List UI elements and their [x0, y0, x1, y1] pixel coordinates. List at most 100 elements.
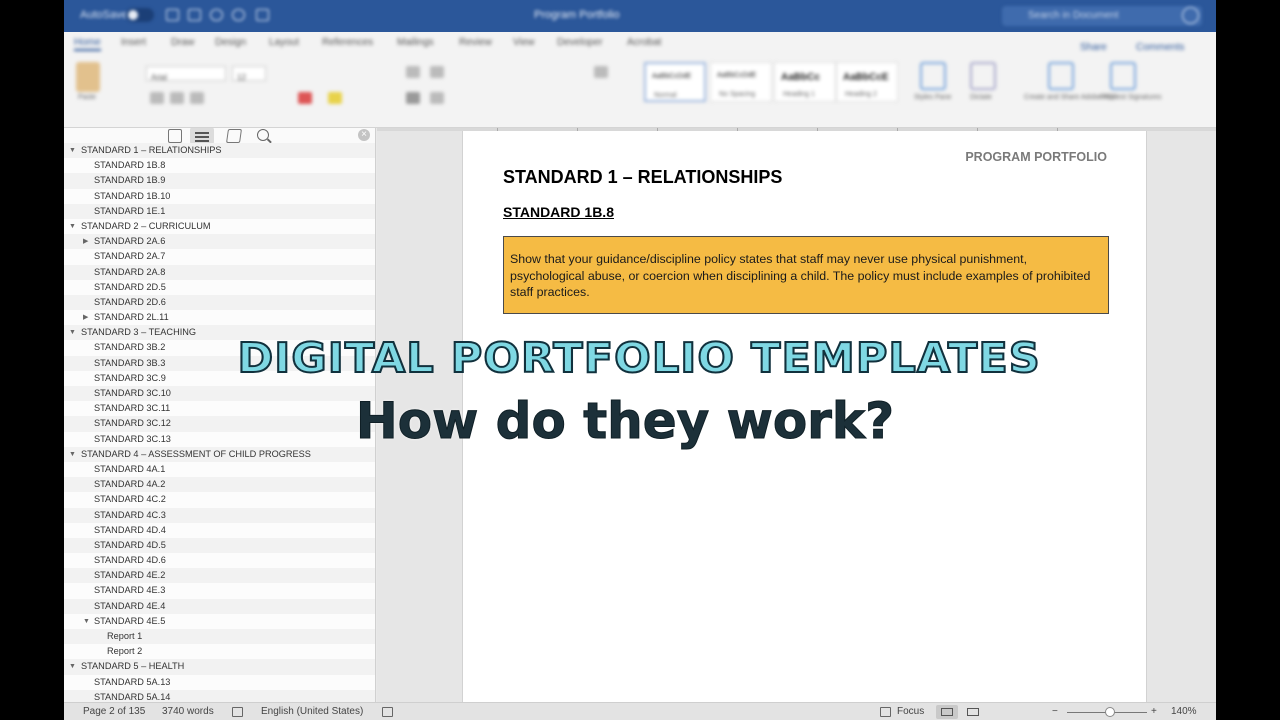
font-color-icon[interactable]	[298, 92, 312, 104]
text-predictions-icon[interactable]	[382, 707, 393, 717]
outline-item[interactable]: STANDARD 4E.2	[64, 568, 375, 584]
collapse-arrow-icon[interactable]: ▼	[83, 614, 90, 629]
focus-button[interactable]: Focus	[897, 706, 924, 717]
autosave-toggle[interactable]	[126, 8, 154, 22]
search-box[interactable]: Search in Document	[1002, 6, 1202, 26]
print-layout-view[interactable]	[936, 705, 958, 719]
zoom-out-button[interactable]: −	[1052, 706, 1058, 717]
proofing-icon[interactable]	[232, 707, 243, 717]
status-bar: Page 2 of 135 3740 words English (United…	[64, 702, 1216, 720]
tab-mailings[interactable]: Mailings	[397, 37, 434, 48]
bold-icon[interactable]	[150, 92, 164, 104]
outline-item[interactable]: STANDARD 4E.3	[64, 583, 375, 599]
numbering-icon[interactable]	[430, 66, 444, 78]
overlay-title: DIGITAL PORTFOLIO TEMPLATES	[236, 333, 1041, 383]
comments-button[interactable]: Comments	[1136, 42, 1184, 53]
outline-item[interactable]: STANDARD 1E.1	[64, 203, 375, 219]
thumbnails-icon[interactable]	[168, 129, 182, 143]
outline-item[interactable]: STANDARD 1B.10	[64, 188, 375, 204]
style-normal[interactable]: AaBbCcDdE Normal	[644, 62, 706, 102]
outline-item[interactable]: STANDARD 1B.8	[64, 158, 375, 174]
tab-insert[interactable]: Insert	[121, 37, 146, 48]
outline-item[interactable]: ▶ STANDARD 2L.11	[64, 310, 375, 326]
outline-item[interactable]: STANDARD 2D.5	[64, 279, 375, 295]
outline-item[interactable]: Report 2	[64, 644, 375, 660]
outline-item[interactable]: STANDARD 5A.13	[64, 674, 375, 690]
tab-draw[interactable]: Draw	[171, 37, 194, 48]
request-signatures-icon[interactable]	[1110, 62, 1136, 90]
save-icon[interactable]	[188, 9, 201, 21]
style-no-spacing[interactable]: AaBbCcDdE No Spacing	[710, 62, 772, 102]
outline-item[interactable]: ▼ STANDARD 5 – HEALTH	[64, 659, 375, 675]
collapse-arrow-icon[interactable]: ▼	[69, 219, 76, 234]
ribbon: Home Insert Draw Design Layout Reference…	[64, 32, 1216, 128]
outline-item[interactable]: STANDARD 1B.9	[64, 173, 375, 189]
outline-item[interactable]: STANDARD 4D.4	[64, 522, 375, 538]
outline-item[interactable]: STANDARD 4C.3	[64, 507, 375, 523]
paragraph-mark-icon[interactable]	[594, 66, 608, 78]
tab-acrobat[interactable]: Acrobat	[627, 37, 661, 48]
style-heading-2[interactable]: AaBbCcE Heading 2	[836, 62, 898, 102]
collapse-arrow-icon[interactable]: ▼	[69, 143, 76, 158]
zoom-in-button[interactable]: +	[1151, 706, 1157, 717]
outline-item[interactable]: ▶ STANDARD 2A.6	[64, 234, 375, 250]
outline-item[interactable]: STANDARD 4E.4	[64, 598, 375, 614]
tab-home[interactable]: Home	[74, 37, 101, 51]
outline-item[interactable]: Report 1	[64, 629, 375, 645]
language-status[interactable]: English (United States)	[261, 706, 363, 717]
outline-item[interactable]: STANDARD 4A.2	[64, 477, 375, 493]
tab-design[interactable]: Design	[215, 37, 246, 48]
page-count[interactable]: Page 2 of 135	[83, 706, 145, 717]
collapse-arrow-icon[interactable]: ▼	[69, 659, 76, 674]
close-pane-button[interactable]: ×	[358, 129, 370, 141]
outline-item-label: STANDARD 5A.13	[94, 676, 171, 687]
font-size-select[interactable]: 12	[232, 66, 266, 82]
outline-item[interactable]: STANDARD 4D.5	[64, 537, 375, 554]
style-heading-1[interactable]: AaBbCc Heading 1	[774, 62, 836, 102]
print-icon[interactable]	[256, 9, 269, 21]
outline-item[interactable]: STANDARD 4C.2	[64, 492, 375, 508]
styles-pane-icon[interactable]	[920, 62, 946, 90]
expand-arrow-icon[interactable]: ▶	[83, 310, 88, 325]
font-name-select[interactable]: Arial	[146, 66, 226, 82]
highlight-icon[interactable]	[328, 92, 342, 104]
outline-item[interactable]: STANDARD 2A.8	[64, 264, 375, 280]
edit-document-icon[interactable]	[226, 129, 242, 143]
outline-item[interactable]: ▼ STANDARD 4E.5	[64, 613, 375, 629]
paste-icon[interactable]	[76, 62, 100, 92]
align-left-icon[interactable]	[406, 92, 420, 104]
outline-item[interactable]: STANDARD 2D.6	[64, 294, 375, 311]
tab-review[interactable]: Review	[459, 37, 492, 48]
outline-item[interactable]: STANDARD 5A.14	[64, 689, 375, 702]
undo-icon[interactable]	[210, 9, 223, 21]
web-layout-view[interactable]	[962, 705, 984, 719]
expand-arrow-icon[interactable]: ▶	[83, 234, 88, 249]
outline-item-label: STANDARD 4E.4	[94, 600, 166, 611]
create-pdf-icon[interactable]	[1048, 62, 1074, 90]
focus-icon[interactable]	[880, 707, 891, 717]
user-icon[interactable]	[1182, 7, 1199, 24]
outline-item[interactable]: STANDARD 2A.7	[64, 249, 375, 265]
tab-view[interactable]: View	[513, 37, 535, 48]
outline-item[interactable]: ▼ STANDARD 1 – RELATIONSHIPS	[64, 143, 375, 159]
word-count[interactable]: 3740 words	[162, 706, 214, 717]
search-input[interactable]: Search in Document	[1028, 10, 1119, 21]
share-button[interactable]: Share	[1080, 42, 1107, 53]
underline-icon[interactable]	[190, 92, 204, 104]
italic-icon[interactable]	[170, 92, 184, 104]
zoom-level[interactable]: 140%	[1171, 706, 1197, 717]
outline-item[interactable]: ▼ STANDARD 2 – CURRICULUM	[64, 218, 375, 235]
redo-icon[interactable]	[232, 9, 245, 21]
align-center-icon[interactable]	[430, 92, 444, 104]
zoom-slider-thumb[interactable]	[1105, 707, 1115, 717]
tab-layout[interactable]: Layout	[269, 37, 299, 48]
dictate-icon[interactable]	[970, 62, 996, 90]
home-icon[interactable]	[166, 9, 179, 21]
outline-list-icon[interactable]	[195, 129, 209, 143]
search-icon[interactable]	[257, 129, 269, 141]
outline-item[interactable]: STANDARD 4D.6	[64, 553, 375, 569]
outline-item[interactable]: STANDARD 4A.1	[64, 461, 375, 478]
bullets-icon[interactable]	[406, 66, 420, 78]
tab-references[interactable]: References	[322, 37, 373, 48]
tab-developer[interactable]: Developer	[557, 37, 603, 48]
